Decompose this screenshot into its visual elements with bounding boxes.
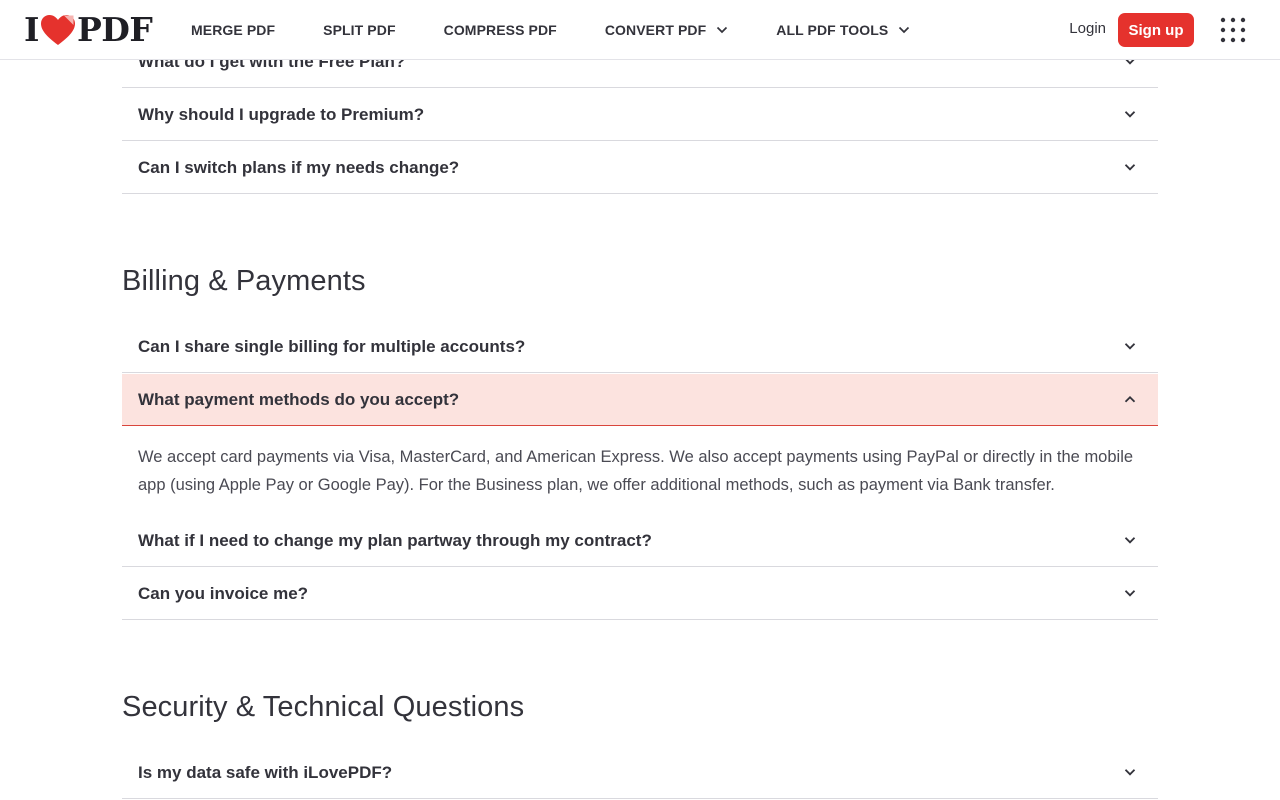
chevron-down-icon	[1124, 537, 1136, 544]
faq-item-invoice[interactable]: Can you invoice me?	[122, 568, 1158, 620]
faq-question: Is my data safe with iLovePDF?	[138, 763, 393, 782]
section-title-security: Security & Technical Questions	[122, 691, 525, 723]
faq-question: Can I share single billing for multiple …	[138, 337, 526, 356]
faq-item-payment-methods[interactable]: What payment methods do you accept?	[122, 374, 1158, 426]
nav-merge-pdf[interactable]: MERGE PDF	[191, 22, 275, 38]
nav-all-pdf-tools[interactable]: ALL PDF TOOLS	[776, 22, 910, 38]
nav-convert-pdf-label: CONVERT PDF	[604, 21, 707, 38]
nav-compress-pdf-label: COMPRESS PDF	[443, 21, 557, 38]
nav-split-pdf-label: SPLIT PDF	[323, 21, 396, 38]
nav-convert-pdf[interactable]: CONVERT PDF	[605, 22, 728, 38]
ilovepdf-logo[interactable]: I PDF	[24, 10, 153, 49]
chevron-down-icon	[1124, 769, 1136, 776]
faq-answer-payment-methods: We accept card payments via Visa, Master…	[138, 448, 1134, 494]
faq-question: Can you invoice me?	[138, 584, 309, 603]
chevron-up-icon	[1124, 396, 1136, 403]
chevron-down-icon	[1124, 343, 1136, 350]
faq-question: Can I switch plans if my needs change?	[138, 158, 460, 177]
faq-question: Why should I upgrade to Premium?	[138, 105, 425, 124]
faq-item-upgrade-premium[interactable]: Why should I upgrade to Premium?	[122, 89, 1158, 141]
faq-question: What if I need to change my plan partway…	[138, 531, 652, 550]
faq-item-data-safe[interactable]: Is my data safe with iLovePDF?	[122, 747, 1158, 799]
sign-up-button[interactable]: Sign up	[1118, 13, 1194, 47]
chevron-down-icon	[899, 26, 910, 33]
heart-icon	[40, 15, 75, 45]
chevron-down-icon	[1124, 164, 1136, 171]
nav-all-pdf-tools-label: ALL PDF TOOLS	[776, 21, 889, 38]
grid-dots-icon[interactable]	[1220, 17, 1246, 43]
login-link[interactable]: Login	[1069, 20, 1106, 37]
chevron-down-icon	[1124, 590, 1136, 597]
chevron-down-icon	[1124, 111, 1136, 118]
top-navigation-bar: I PDF MERGE PDF SPLIT PDF COMPRESS PDF C…	[0, 0, 1280, 60]
faq-item-shared-billing[interactable]: Can I share single billing for multiple …	[122, 321, 1158, 373]
nav-compress-pdf[interactable]: COMPRESS PDF	[444, 22, 557, 38]
section-title-billing: Billing & Payments	[122, 265, 366, 297]
chevron-down-icon	[717, 26, 728, 33]
faq-item-switch-plans[interactable]: Can I switch plans if my needs change?	[122, 142, 1158, 194]
logo-letter-i: I	[24, 10, 39, 49]
nav-merge-pdf-label: MERGE PDF	[191, 21, 276, 38]
logo-text-pdf: PDF	[76, 10, 153, 49]
main-nav: MERGE PDF SPLIT PDF COMPRESS PDF CONVERT…	[191, 0, 958, 59]
faq-question: What payment methods do you accept?	[138, 390, 460, 409]
nav-split-pdf[interactable]: SPLIT PDF	[323, 22, 395, 38]
faq-item-change-plan-partway[interactable]: What if I need to change my plan partway…	[122, 515, 1158, 567]
